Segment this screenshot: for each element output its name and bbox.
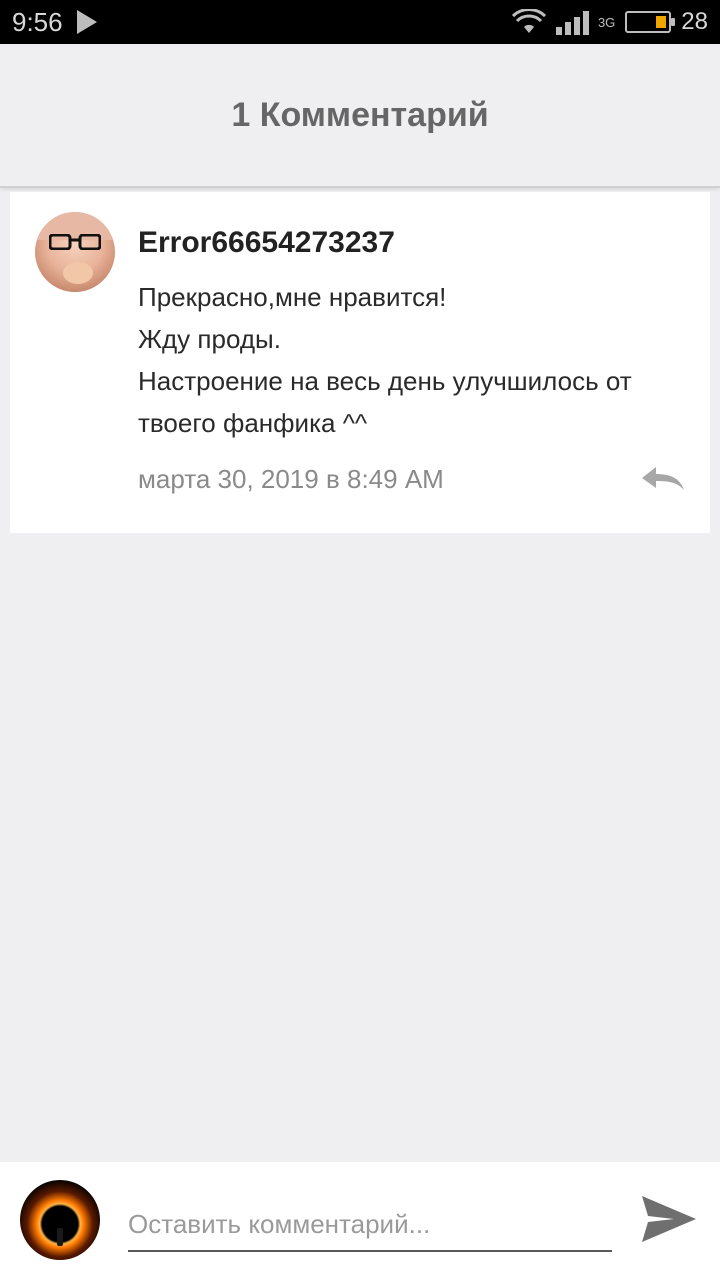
avatar-figure: [57, 1228, 63, 1246]
avatar[interactable]: [35, 212, 115, 292]
comment-line: твоего фанфика ^^: [138, 408, 368, 438]
wifi-icon: [511, 9, 546, 33]
comment-composer: [0, 1162, 720, 1280]
signal-icon: [555, 11, 589, 35]
network-type: 3G: [597, 15, 616, 30]
comment-line: Настроение на весь день улучшилось от: [138, 366, 632, 396]
reply-icon[interactable]: [640, 464, 686, 494]
status-bar-right: 3G 28: [511, 8, 708, 36]
play-icon: [76, 10, 97, 34]
page-title: 1 Комментарий: [231, 95, 489, 134]
battery-icon: [625, 11, 676, 33]
comment-username[interactable]: Error66654273237: [138, 226, 395, 260]
current-user-avatar[interactable]: [20, 1180, 100, 1260]
avatar-hand: [63, 262, 93, 284]
comment-input[interactable]: [128, 1198, 612, 1252]
glasses-icon: [49, 234, 101, 250]
comment-card: Error66654273237 Прекрасно,мне нравится!…: [10, 192, 710, 533]
status-bar: 9:56 3G 28: [0, 0, 720, 44]
comment-line: Жду проды.: [138, 324, 281, 354]
comment-date: марта 30, 2019 в 8:49 AM: [138, 464, 444, 494]
send-icon[interactable]: [640, 1192, 698, 1246]
status-bar-left: 9:56: [12, 7, 97, 38]
comment-text: Прекрасно,мне нравится! Жду проды. Настр…: [138, 276, 688, 444]
battery-fill: [656, 16, 667, 28]
comment-line: Прекрасно,мне нравится!: [138, 282, 447, 312]
status-time: 9:56: [12, 6, 63, 37]
comments-header: 1 Комментарий: [0, 44, 720, 188]
battery-level: 28: [681, 8, 708, 35]
